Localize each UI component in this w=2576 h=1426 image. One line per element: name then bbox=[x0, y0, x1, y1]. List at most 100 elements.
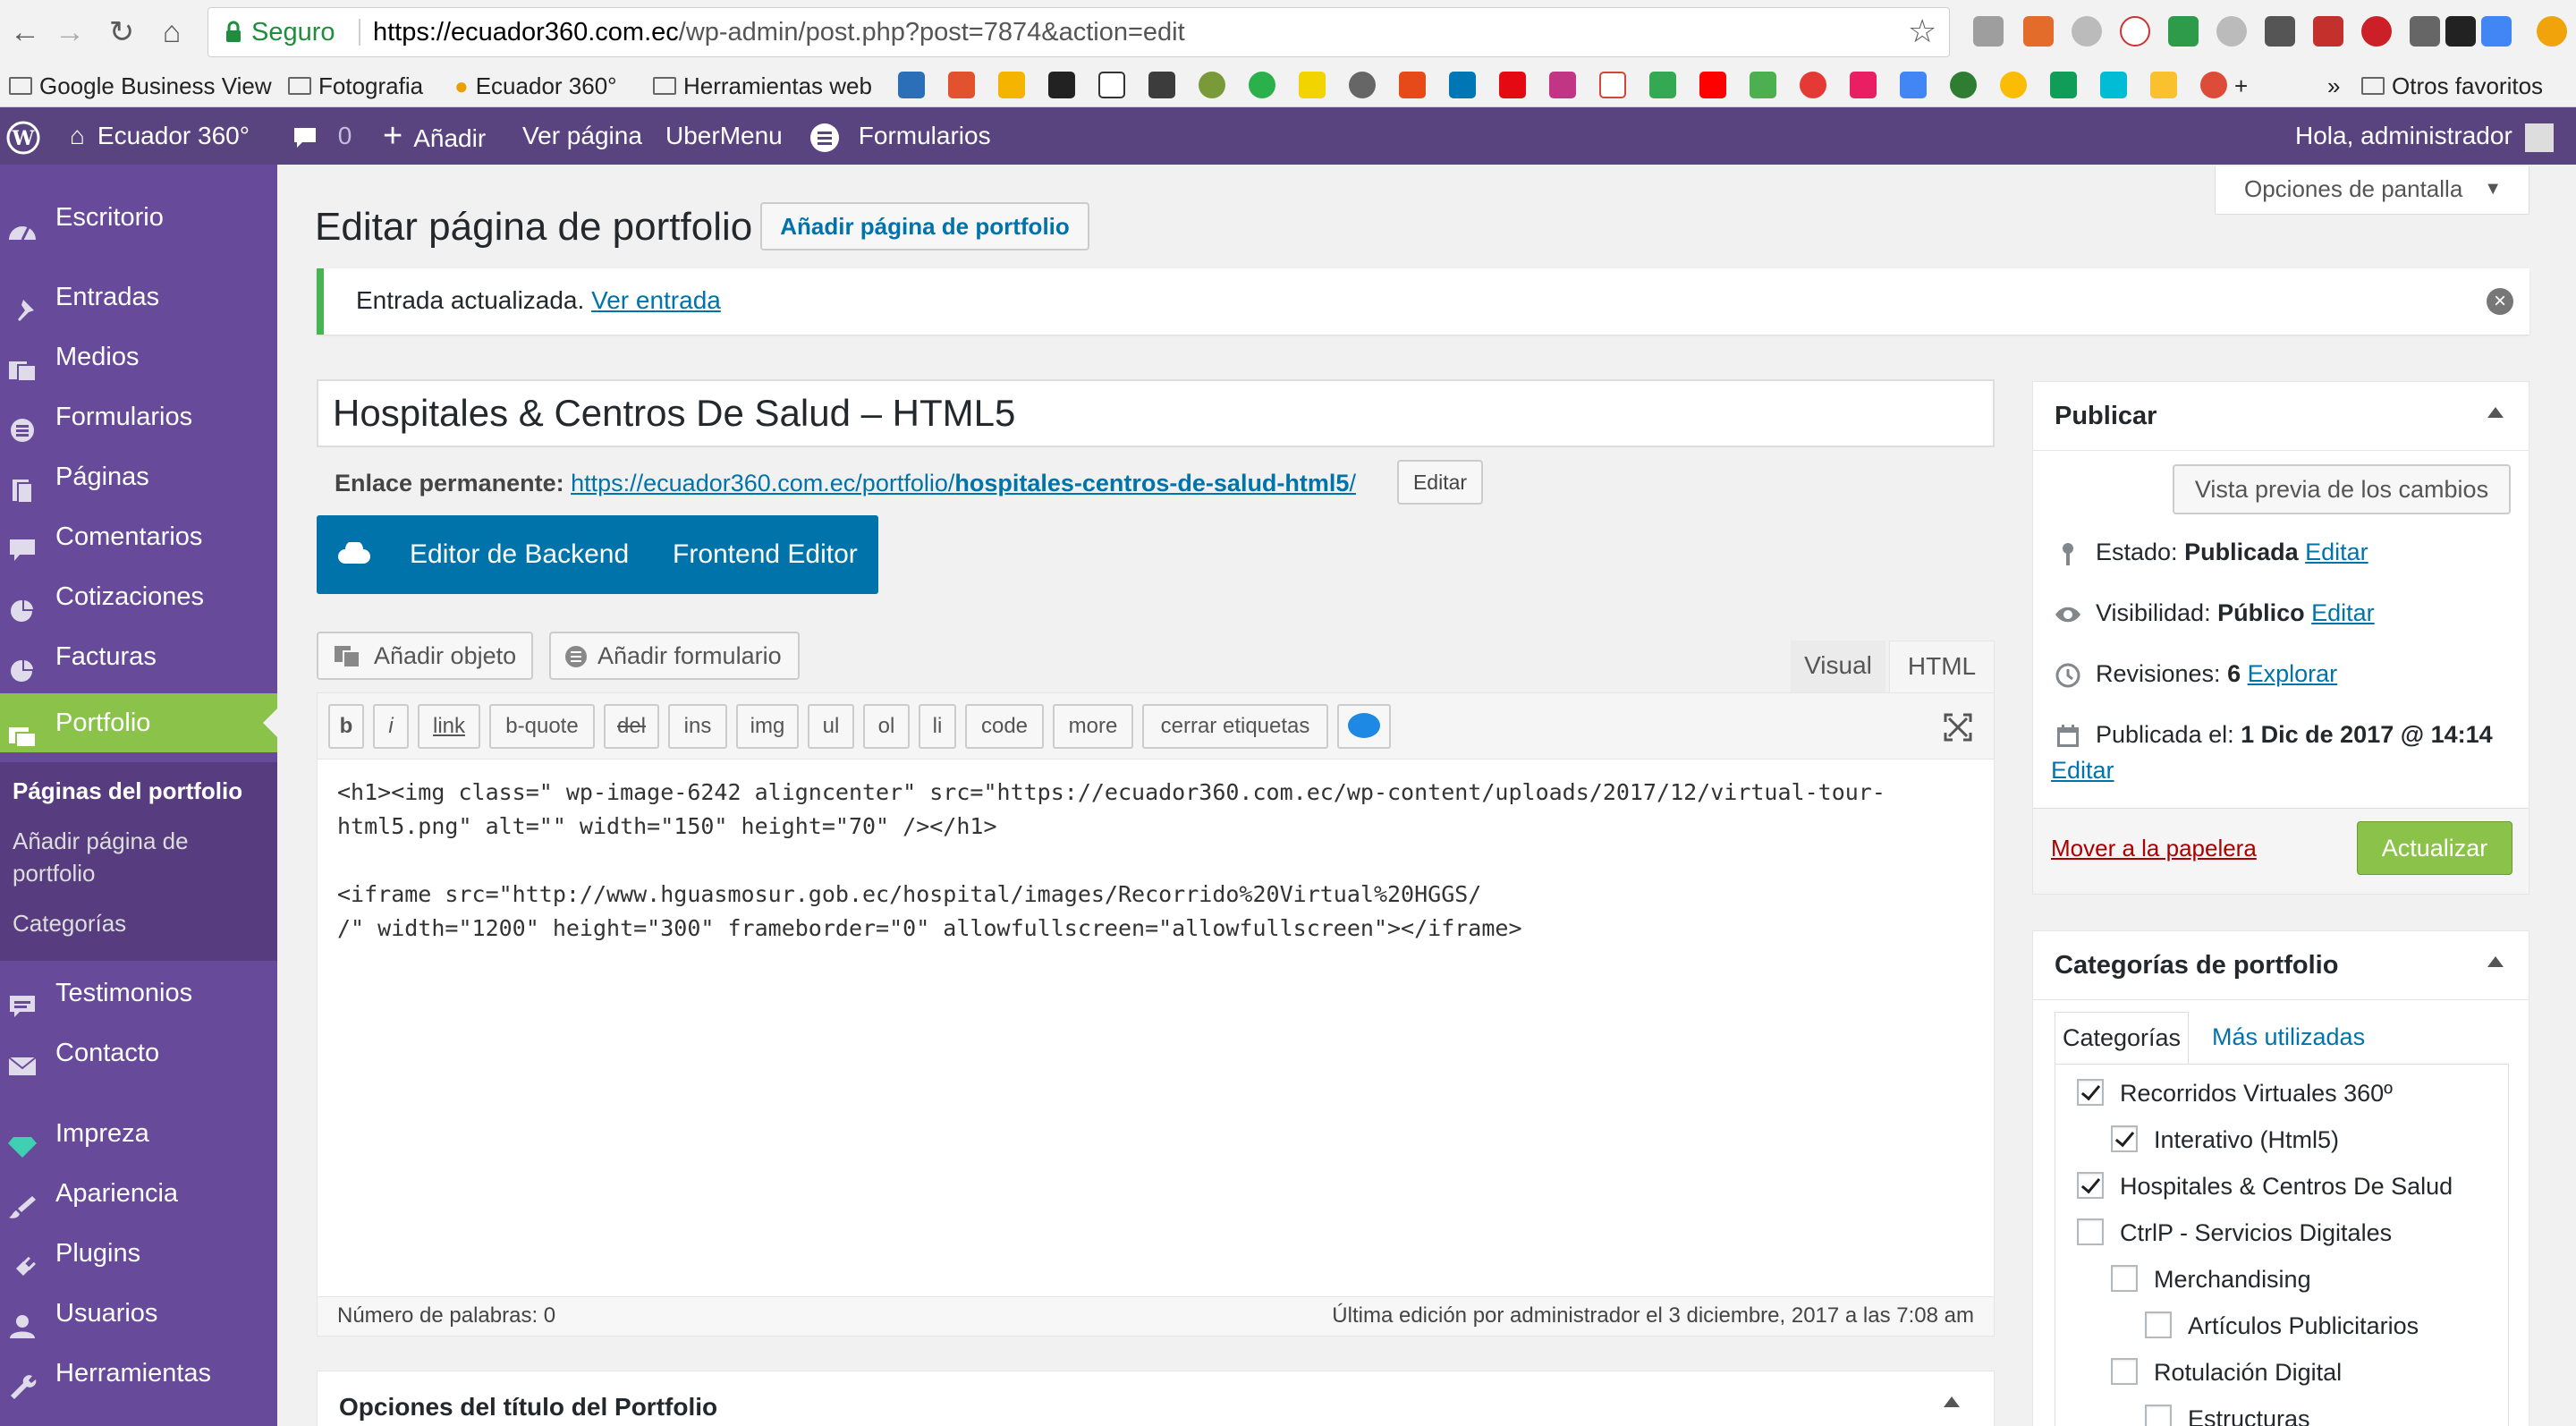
bookmark-other[interactable]: Otros favoritos bbox=[2361, 70, 2543, 102]
forms-link[interactable]: Formularios bbox=[809, 107, 991, 165]
bookmark-google-business-view[interactable]: Google Business View bbox=[9, 70, 274, 102]
category-item[interactable]: Recorridos Virtuales 360º bbox=[2077, 1075, 2393, 1111]
qt-bold-button[interactable]: b bbox=[328, 704, 364, 749]
extension-icon[interactable] bbox=[2023, 16, 2054, 47]
add-form-button[interactable]: Añadir formulario bbox=[549, 632, 800, 680]
category-checkbox[interactable] bbox=[2077, 1171, 2104, 1199]
bookmark-icon[interactable] bbox=[1098, 72, 1125, 98]
google-plus-icon[interactable] bbox=[2200, 72, 2227, 98]
category-item[interactable]: Hospitales & Centros De Salud bbox=[2077, 1168, 2453, 1204]
bookmark-ecuador360[interactable]: ● Ecuador 360° bbox=[454, 70, 617, 102]
menu-posts[interactable]: Entradas bbox=[0, 267, 277, 327]
permalink-url[interactable]: https://ecuador360.com.ec/portfolio/hosp… bbox=[571, 470, 1356, 497]
bookmark-add[interactable]: + bbox=[2234, 70, 2248, 102]
wordpress-logo-icon[interactable]: W bbox=[5, 107, 41, 165]
edit-date-link[interactable]: Editar bbox=[2051, 754, 2114, 786]
olx-icon[interactable] bbox=[1249, 72, 1275, 98]
view-page-link[interactable]: Ver página bbox=[522, 107, 642, 165]
account-menu[interactable]: Hola, administrador bbox=[2295, 107, 2554, 165]
photos-icon[interactable] bbox=[2000, 72, 2027, 98]
category-item[interactable]: Estructuras bbox=[2145, 1401, 2310, 1426]
extension-icon[interactable] bbox=[2410, 16, 2440, 47]
bookmarks-more-icon[interactable]: » bbox=[2327, 70, 2340, 102]
bookmark-herramientas-web[interactable]: Herramientas web bbox=[653, 70, 872, 102]
move-to-trash-link[interactable]: Mover a la papelera bbox=[2051, 832, 2257, 864]
bookmark-icon[interactable] bbox=[1750, 72, 1776, 98]
menu-tools[interactable]: Herramientas bbox=[0, 1344, 277, 1403]
tab-visual[interactable]: Visual bbox=[1791, 641, 1885, 692]
bookmark-fotografia[interactable]: Fotografia bbox=[288, 70, 423, 102]
comments-link[interactable]: 0 bbox=[292, 107, 352, 165]
bookmark-icon[interactable] bbox=[1299, 72, 1326, 98]
site-name-link[interactable]: ⌂ Ecuador 360° bbox=[70, 107, 250, 165]
category-item[interactable]: Rotulación Digital bbox=[2111, 1354, 2342, 1390]
submenu-portfolio-pages[interactable]: Páginas del portfolio bbox=[13, 775, 242, 807]
linkedin-icon[interactable] bbox=[1449, 72, 1476, 98]
netflix-icon[interactable] bbox=[1499, 72, 1526, 98]
bookmark-icon[interactable] bbox=[1950, 72, 1977, 98]
qt-img-button[interactable]: img bbox=[736, 704, 799, 749]
menu-appearance[interactable]: Apariencia bbox=[0, 1164, 277, 1223]
reload-icon[interactable]: ↻ bbox=[102, 11, 141, 54]
extension-icon[interactable] bbox=[2265, 16, 2295, 47]
tab-all-categories[interactable]: Categorías bbox=[2055, 1012, 2189, 1064]
bookmark-icon[interactable] bbox=[1800, 72, 1826, 98]
drive-icon[interactable] bbox=[2168, 16, 2199, 47]
title-options-box[interactable]: Opciones del título del Portfolio bbox=[317, 1371, 1995, 1426]
qt-link-button[interactable]: link bbox=[418, 704, 480, 749]
youtube-icon[interactable] bbox=[1699, 72, 1726, 98]
backend-editor-button[interactable]: Editor de Backend bbox=[410, 515, 629, 594]
add-media-button[interactable]: Añadir objeto bbox=[317, 632, 533, 680]
add-new-link[interactable]: + Añadir bbox=[383, 107, 486, 165]
category-checkbox[interactable] bbox=[2145, 1311, 2172, 1338]
qt-more-button[interactable]: more bbox=[1053, 704, 1133, 749]
qt-code-button[interactable]: code bbox=[965, 704, 1044, 749]
view-entry-link[interactable]: Ver entrada bbox=[591, 286, 721, 314]
qt-ins-button[interactable]: ins bbox=[668, 704, 727, 749]
instagram-icon[interactable] bbox=[1549, 72, 1576, 98]
extension-icon[interactable] bbox=[2072, 16, 2102, 47]
amazon-icon[interactable] bbox=[1048, 72, 1075, 98]
ubermenu-link[interactable]: UberMenu bbox=[665, 107, 783, 165]
category-item[interactable]: CtrlP - Servicios Digitales bbox=[2077, 1215, 2392, 1251]
bookmark-icon[interactable] bbox=[1850, 72, 1877, 98]
alert-icon[interactable] bbox=[2537, 16, 2567, 47]
skype-icon[interactable] bbox=[2216, 16, 2247, 47]
qt-li-button[interactable]: li bbox=[919, 704, 956, 749]
frontend-editor-button[interactable]: Frontend Editor bbox=[673, 515, 858, 594]
tab-html[interactable]: HTML bbox=[1889, 641, 1995, 692]
bookmark-icon[interactable] bbox=[998, 72, 1025, 98]
gmail-icon[interactable] bbox=[1599, 72, 1626, 98]
category-checkbox[interactable] bbox=[2111, 1357, 2138, 1385]
amazon-icon[interactable] bbox=[2445, 16, 2476, 47]
post-title-input[interactable]: Hospitales & Centros De Salud – HTML5 bbox=[317, 379, 1995, 447]
extension-icon[interactable] bbox=[1973, 16, 2004, 47]
extension-icon[interactable] bbox=[2120, 16, 2150, 47]
preview-changes-button[interactable]: Vista previa de los cambios bbox=[2173, 464, 2511, 514]
toggle-icon[interactable] bbox=[1944, 1396, 1960, 1407]
tab-most-used[interactable]: Más utilizadas bbox=[2212, 1012, 2365, 1062]
qt-bquote-button[interactable]: b-quote bbox=[489, 704, 595, 749]
menu-pages[interactable]: Páginas bbox=[0, 447, 277, 506]
menu-impreza[interactable]: Impreza bbox=[0, 1104, 277, 1163]
address-bar[interactable]: Seguro https://ecuador360.com.ec/wp-admi… bbox=[208, 7, 1950, 57]
maps-icon[interactable] bbox=[1649, 72, 1676, 98]
category-checkbox[interactable] bbox=[2111, 1125, 2138, 1152]
edit-visibility-link[interactable]: Editar bbox=[2311, 599, 2375, 626]
drive-icon[interactable] bbox=[2050, 72, 2077, 98]
screen-options-button[interactable]: Opciones de pantalla ▼ bbox=[2215, 166, 2529, 215]
menu-testimonials[interactable]: Testimonios bbox=[0, 963, 277, 1023]
menu-media[interactable]: Medios bbox=[0, 327, 277, 386]
category-checkbox[interactable] bbox=[2111, 1264, 2138, 1292]
bookmark-icon[interactable] bbox=[1199, 72, 1225, 98]
bookmark-icon[interactable] bbox=[1148, 72, 1175, 98]
editor-textarea[interactable]: <h1><img class=" wp-image-6242 aligncent… bbox=[337, 776, 1974, 946]
permalink-edit-button[interactable]: Editar bbox=[1397, 460, 1483, 505]
toggle-icon[interactable] bbox=[2487, 407, 2504, 418]
menu-quotes[interactable]: Cotizaciones bbox=[0, 567, 277, 626]
bookmark-star-icon[interactable]: ☆ bbox=[1908, 13, 1936, 49]
submenu-add-portfolio-page[interactable]: Añadir página de portfolio bbox=[13, 825, 189, 889]
apple-icon[interactable] bbox=[1349, 72, 1376, 98]
qt-ul-button[interactable]: ul bbox=[808, 704, 854, 749]
submenu-categories[interactable]: Categorías bbox=[13, 907, 126, 939]
